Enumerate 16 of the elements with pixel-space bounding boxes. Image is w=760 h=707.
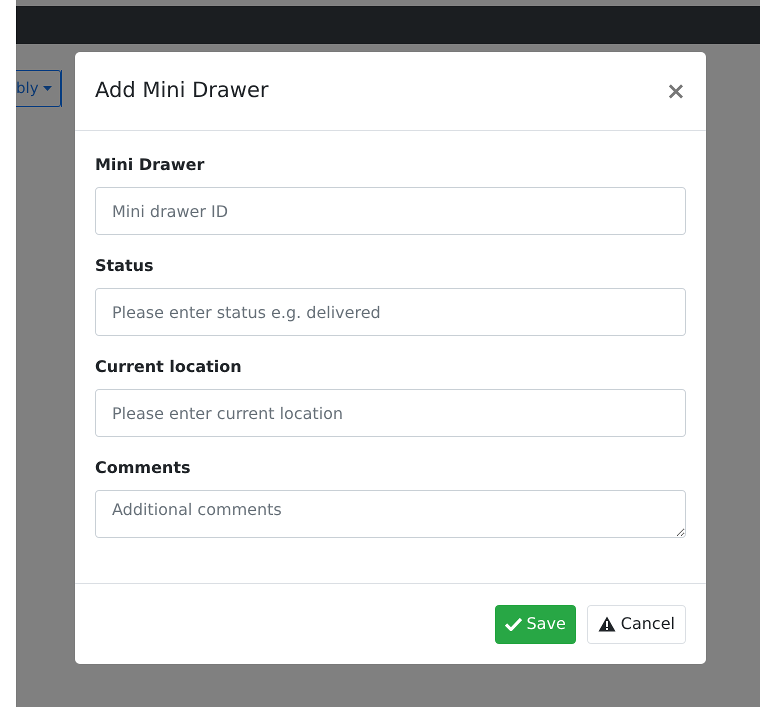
save-button[interactable]: Save	[494, 604, 576, 644]
input-field[interactable]: Please enter status e.g. delivered	[95, 288, 686, 336]
modal-title: Add Mini Drawer	[95, 77, 269, 104]
comments-field[interactable]: Additional comments	[95, 490, 686, 538]
caret-icon	[42, 86, 52, 91]
field-label: Current location	[95, 356, 243, 378]
dropdown-button[interactable]: bly	[16, 70, 61, 107]
check-icon	[504, 617, 522, 631]
field-label: Comments	[95, 457, 192, 479]
warning-icon	[598, 616, 616, 632]
input-field[interactable]: Mini drawer ID	[95, 187, 686, 235]
cancel-button[interactable]: Cancel	[586, 604, 686, 644]
field-label: Status	[95, 255, 155, 277]
close-button[interactable]: ×	[666, 79, 686, 103]
input-field[interactable]: Please enter current location	[95, 389, 686, 437]
field-label: Mini Drawer	[95, 154, 206, 176]
